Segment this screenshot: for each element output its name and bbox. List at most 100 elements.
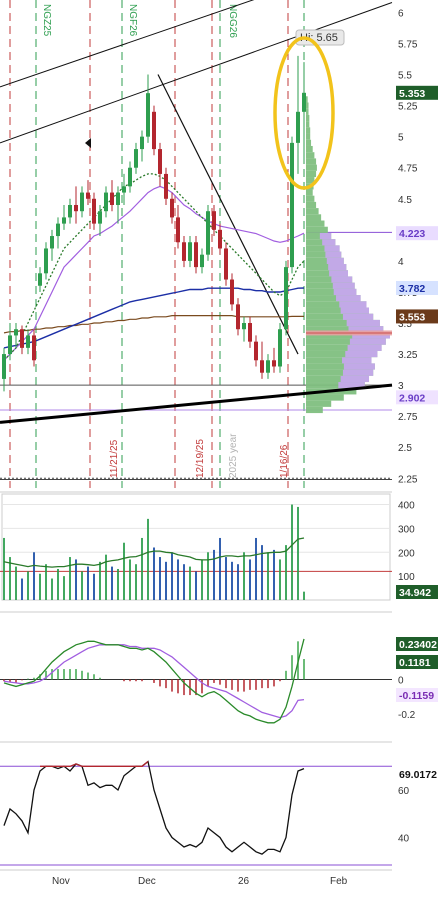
- profile-bin-38: [306, 170, 317, 178]
- candle-body-14: [86, 192, 90, 199]
- profile-bin-39: [306, 164, 317, 171]
- rsi-ytick-1: 40: [398, 834, 410, 845]
- profile-va-bin-17: [339, 301, 367, 308]
- profile-bin-2: [306, 394, 344, 401]
- candle-body-8: [50, 236, 54, 249]
- contract-label-1: NGF26: [127, 4, 138, 37]
- profile-va-bin-18: [336, 295, 361, 302]
- profile-bin-50: [306, 96, 308, 103]
- candle-body-42: [254, 341, 258, 361]
- volume-badge-text: 34.942: [399, 587, 431, 599]
- macd-badge-2-text: -0.1159: [399, 690, 434, 702]
- rsi-badge-text: 69.0172: [399, 769, 437, 781]
- candle-body-43: [260, 360, 264, 373]
- candle-body-40: [242, 323, 246, 330]
- price-ytick-1: 5.75: [398, 39, 418, 50]
- profile-bin-45: [306, 127, 311, 134]
- candle-body-11: [68, 204, 72, 218]
- profile-bin-34: [306, 195, 315, 202]
- profile-va-bin-6: [342, 369, 374, 376]
- xtick-0: Nov: [52, 876, 70, 887]
- profile-bin-1: [306, 400, 332, 407]
- candle-body-29: [176, 217, 180, 243]
- candle-body-45: [272, 360, 276, 367]
- candle-body-7: [44, 248, 48, 274]
- profile-bin-49: [306, 102, 309, 109]
- profile-bin-31: [306, 214, 322, 221]
- candle-body-1: [8, 335, 12, 355]
- candle-body-18: [110, 192, 114, 205]
- candle-body-41: [248, 323, 252, 342]
- profile-va-bin-14: [346, 319, 380, 327]
- ng-chart: NGZ25 NGF26 NGG26 11/21/25 12/19/25 2025 year…: [0, 0, 438, 895]
- candle-body-27: [164, 173, 168, 199]
- candle-body-6: [38, 273, 42, 286]
- profile-bin-40: [306, 158, 317, 165]
- volume-ytick-1: 300: [398, 524, 415, 535]
- price-badge-0-text: 5.353: [399, 88, 425, 100]
- candle-body-49: [296, 111, 300, 143]
- candle-body-12: [74, 204, 78, 212]
- profile-bin-32: [306, 208, 319, 215]
- profile-va-bin-23: [328, 263, 347, 271]
- date-marker-label-1: 12/19/25: [195, 439, 206, 478]
- candle-body-34: [206, 211, 210, 255]
- candle-body-0: [2, 354, 6, 379]
- candle-body-17: [104, 192, 108, 212]
- volume-ytick-2: 200: [398, 548, 415, 559]
- profile-va-bin-9: [345, 350, 378, 358]
- profile-va-bin-26: [324, 245, 340, 252]
- candle-body-47: [284, 267, 288, 330]
- candle-body-38: [230, 279, 234, 305]
- macd-ytick-1: 0: [398, 675, 404, 686]
- profile-va-bin-5: [340, 375, 369, 383]
- price-ytick-15: 2.25: [398, 474, 418, 485]
- chart-root: NGZ25 NGF26 NGG26 11/21/25 12/19/25 2025 year…: [0, 0, 438, 895]
- profile-va-bin-22: [329, 270, 348, 277]
- profile-bin-29: [306, 226, 328, 233]
- price-ytick-3: 5.25: [398, 102, 418, 113]
- price-badge-2-text: 3.782: [399, 283, 425, 295]
- candle-body-28: [170, 198, 174, 218]
- date-marker-label-0: 11/21/25: [109, 439, 120, 478]
- volume-ytick-0: 400: [398, 501, 415, 512]
- candle-body-9: [56, 223, 60, 237]
- candle-body-5: [32, 335, 36, 361]
- candle-body-48: [290, 142, 294, 268]
- price-badge-3-text: 3.553: [399, 311, 425, 323]
- profile-va-bin-15: [342, 313, 374, 320]
- candle-body-24: [146, 93, 150, 137]
- profile-bin-35: [306, 189, 313, 196]
- price-ytick-13: 2.75: [398, 412, 418, 423]
- candle-body-16: [98, 211, 102, 224]
- price-ytick-5: 4.75: [398, 164, 418, 175]
- candle-body-46: [278, 329, 282, 367]
- candle-body-30: [182, 242, 186, 261]
- macd-badge-0-text: 0.23402: [399, 639, 437, 651]
- profile-va-bin-8: [342, 357, 372, 364]
- candle-body-2: [14, 329, 18, 336]
- candle-body-26: [158, 149, 162, 174]
- contract-label-0: NGZ25: [41, 4, 52, 37]
- candle-body-36: [218, 229, 222, 249]
- profile-va-bin-24: [326, 257, 344, 264]
- price-badge-4-text: 2.902: [399, 392, 425, 404]
- candle-body-20: [122, 186, 126, 193]
- profile-bin-48: [306, 108, 309, 115]
- xtick-3: Feb: [330, 876, 348, 887]
- profile-bin-47: [306, 114, 310, 122]
- date-marker-label-3: 1/16/26: [279, 444, 290, 478]
- price-ytick-14: 2.5: [398, 443, 412, 454]
- candle-body-21: [128, 167, 132, 187]
- price-badge-1-text: 4.223: [399, 228, 425, 240]
- profile-bin-46: [306, 121, 310, 128]
- profile-bin-33: [306, 201, 317, 209]
- profile-va-bin-20: [332, 282, 355, 289]
- candle-body-37: [224, 248, 228, 280]
- price-ytick-11: 3.25: [398, 350, 418, 361]
- candle-body-25: [152, 111, 156, 150]
- volume-ytick-3: 100: [398, 572, 415, 583]
- profile-bin-43: [306, 139, 312, 146]
- price-ytick-4: 5: [398, 133, 404, 144]
- xtick-1: Dec: [138, 876, 156, 887]
